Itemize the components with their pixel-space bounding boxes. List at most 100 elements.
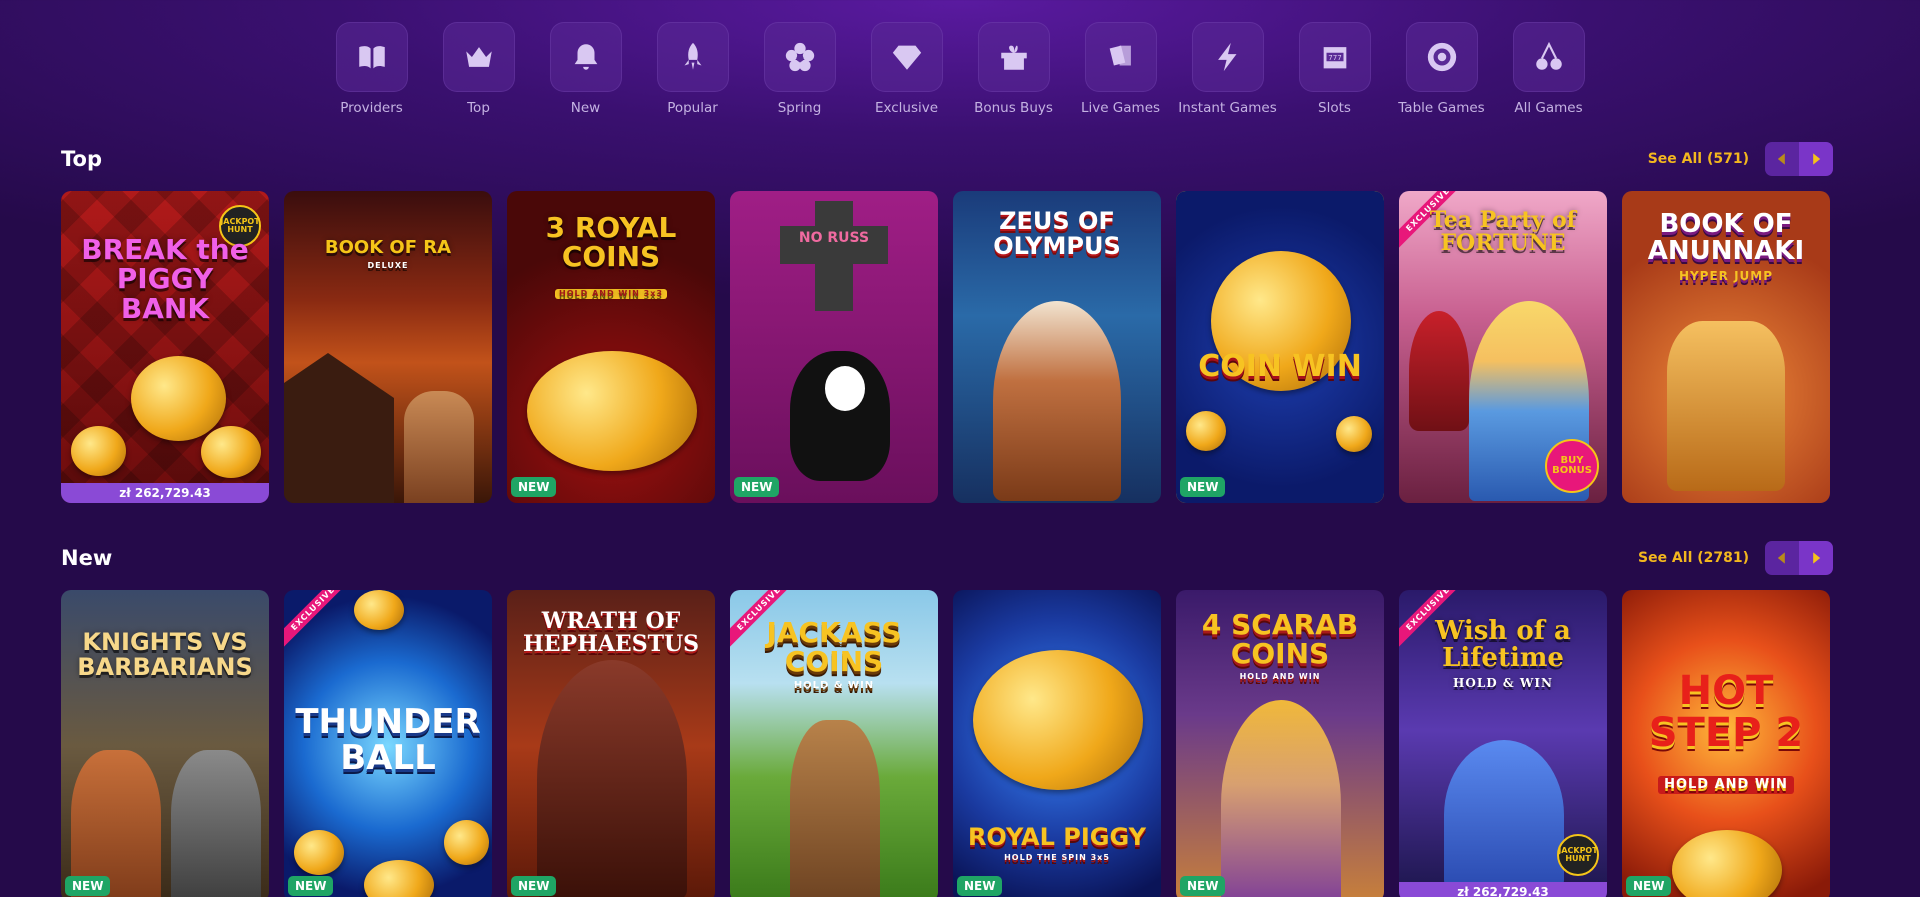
bell-icon — [549, 22, 622, 92]
game-title: JACKASS COINS HOLD & WIN — [766, 616, 902, 691]
category-label: Live Games — [1080, 100, 1161, 116]
buy-bonus-logo: BUY BONUS — [1545, 439, 1599, 493]
game-card[interactable]: BOOK OF RA DELUXE — [284, 191, 492, 503]
category-label: Instant Games — [1178, 100, 1277, 116]
category-label: Bonus Buys — [974, 100, 1053, 116]
category-label: Top — [467, 100, 490, 116]
cards-icon — [1084, 22, 1157, 92]
crown-icon — [442, 22, 515, 92]
game-carousel: JACKPOT HUNT BREAK the PIGGY BANK zł 262… — [61, 191, 1833, 503]
game-title: NO RUSS — [798, 230, 870, 246]
top-section: Top See All (571) JACKPOT HUNT BREAK the… — [61, 141, 1833, 503]
poker-chip-icon — [1405, 22, 1478, 92]
game-title: COIN WIN — [1198, 349, 1362, 384]
category-label: New — [570, 100, 601, 116]
category-bonus-buys[interactable]: Bonus Buys — [960, 22, 1067, 116]
category-providers[interactable]: Providers — [318, 22, 425, 116]
game-title: 3 ROYAL COINSHOLD AND WIN 3x3 — [545, 211, 677, 300]
carousel-arrows — [1765, 142, 1833, 176]
new-badge: NEW — [65, 876, 111, 896]
new-badge: NEW — [1180, 876, 1226, 896]
section-controls: See All (571) — [1648, 142, 1833, 176]
game-title: THUNDER BALL — [295, 702, 481, 778]
section-title: Top — [61, 147, 102, 171]
category-nav: Providers Top New Popular Spring Exclusi… — [0, 22, 1920, 116]
category-label: Slots — [1318, 100, 1351, 116]
section-title: New — [61, 546, 113, 570]
game-card[interactable]: ZEUS OF OLYMPUS — [953, 191, 1161, 503]
chevron-right-icon — [1813, 153, 1821, 165]
game-card[interactable]: KNIGHTS VS BARBARIANS NEW — [61, 590, 269, 897]
game-card[interactable]: EXCLUSIVE JACKPOT HUNT Wish of a Lifetim… — [1399, 590, 1607, 897]
rocket-icon — [656, 22, 729, 92]
game-card[interactable]: 4 SCARAB COINS HOLD AND WIN NEW — [1176, 590, 1384, 897]
new-badge: NEW — [1626, 876, 1672, 896]
game-title: BOOK OF RA DELUXE — [324, 237, 452, 270]
category-all-games[interactable]: All Games — [1495, 22, 1602, 116]
category-instant-games[interactable]: Instant Games — [1174, 22, 1281, 116]
flower-icon — [763, 22, 836, 92]
jackpot-hunt-logo: JACKPOT HUNT — [1557, 834, 1599, 876]
game-title: HOT STEP 2HOLD AND WIN — [1648, 668, 1804, 794]
game-card[interactable]: JACKPOT HUNT BREAK the PIGGY BANK zł 262… — [61, 191, 269, 503]
prev-arrow-button[interactable] — [1765, 541, 1799, 575]
category-spring[interactable]: Spring — [746, 22, 853, 116]
game-card[interactable]: HOT STEP 2HOLD AND WIN NEW — [1622, 590, 1830, 897]
see-all-link[interactable]: See All (571) — [1648, 151, 1749, 167]
lightning-icon — [1191, 22, 1264, 92]
game-title: BOOK OF ANUNNAKI HYPER JUMP — [1647, 209, 1805, 283]
game-card-selected[interactable]: COIN WIN NEW — [1176, 191, 1384, 503]
new-badge: NEW — [288, 876, 334, 896]
game-title: BREAK the PIGGY BANK — [81, 233, 249, 325]
game-card[interactable]: 3 ROYAL COINSHOLD AND WIN 3x3 NEW — [507, 191, 715, 503]
book-icon — [335, 22, 408, 92]
category-top[interactable]: Top — [425, 22, 532, 116]
game-card[interactable]: WRATH OF HEPHAESTUS NEW — [507, 590, 715, 897]
category-label: Spring — [777, 100, 822, 116]
category-label: Popular — [667, 100, 718, 116]
category-label: Providers — [340, 100, 403, 116]
game-title: ROYAL PIGGY HOLD THE SPIN 3x5 — [967, 823, 1147, 863]
category-popular[interactable]: Popular — [639, 22, 746, 116]
next-arrow-button[interactable] — [1799, 541, 1833, 575]
game-card[interactable]: BOOK OF ANUNNAKI HYPER JUMP — [1622, 191, 1830, 503]
section-header: New See All (2781) — [61, 540, 1833, 576]
chevron-left-icon — [1777, 552, 1785, 564]
chevron-left-icon — [1777, 153, 1785, 165]
game-card[interactable]: ROYAL PIGGY HOLD THE SPIN 3x5 NEW — [953, 590, 1161, 897]
new-badge: NEW — [511, 477, 557, 497]
game-title: ZEUS OF OLYMPUS — [993, 207, 1121, 261]
section-controls: See All (2781) — [1638, 541, 1833, 575]
chevron-right-icon — [1813, 552, 1821, 564]
category-slots[interactable]: 777 Slots — [1281, 22, 1388, 116]
game-title: Wish of a Lifetime HOLD & WIN — [1435, 616, 1571, 690]
category-new[interactable]: New — [532, 22, 639, 116]
see-all-link[interactable]: See All (2781) — [1638, 550, 1749, 566]
new-badge: NEW — [511, 876, 557, 896]
next-arrow-button[interactable] — [1799, 142, 1833, 176]
game-title: Tea Party of FORTUNE — [1429, 207, 1577, 257]
category-exclusive[interactable]: Exclusive — [853, 22, 960, 116]
jackpot-amount: zł 262,729.43 — [1399, 882, 1607, 897]
category-label: Exclusive — [874, 100, 939, 116]
game-title: KNIGHTS VS BARBARIANS — [77, 628, 253, 682]
game-card[interactable]: EXCLUSIVE BUY BONUS Tea Party of FORTUNE — [1399, 191, 1607, 503]
svg-text:777: 777 — [1328, 53, 1342, 62]
new-badge: NEW — [734, 477, 780, 497]
category-label: All Games — [1514, 100, 1583, 116]
game-title: WRATH OF HEPHAESTUS — [522, 608, 700, 658]
new-section: New See All (2781) KNIGHTS VS BARBARIANS… — [61, 540, 1833, 897]
game-card[interactable]: EXCLUSIVE THUNDER BALL NEW — [284, 590, 492, 897]
category-live-games[interactable]: Live Games — [1067, 22, 1174, 116]
prev-arrow-button[interactable] — [1765, 142, 1799, 176]
diamond-icon — [870, 22, 943, 92]
game-card[interactable]: NO RUSS NEW — [730, 191, 938, 503]
category-table-games[interactable]: Table Games — [1388, 22, 1495, 116]
game-card[interactable]: EXCLUSIVE JACKASS COINS HOLD & WIN — [730, 590, 938, 897]
slot-machine-icon: 777 — [1298, 22, 1371, 92]
game-title: 4 SCARAB COINS HOLD AND WIN — [1201, 608, 1359, 681]
game-carousel: KNIGHTS VS BARBARIANS NEW EXCLUSIVE THUN… — [61, 590, 1833, 897]
section-header: Top See All (571) — [61, 141, 1833, 177]
gift-icon — [977, 22, 1050, 92]
new-badge: NEW — [1180, 477, 1226, 497]
